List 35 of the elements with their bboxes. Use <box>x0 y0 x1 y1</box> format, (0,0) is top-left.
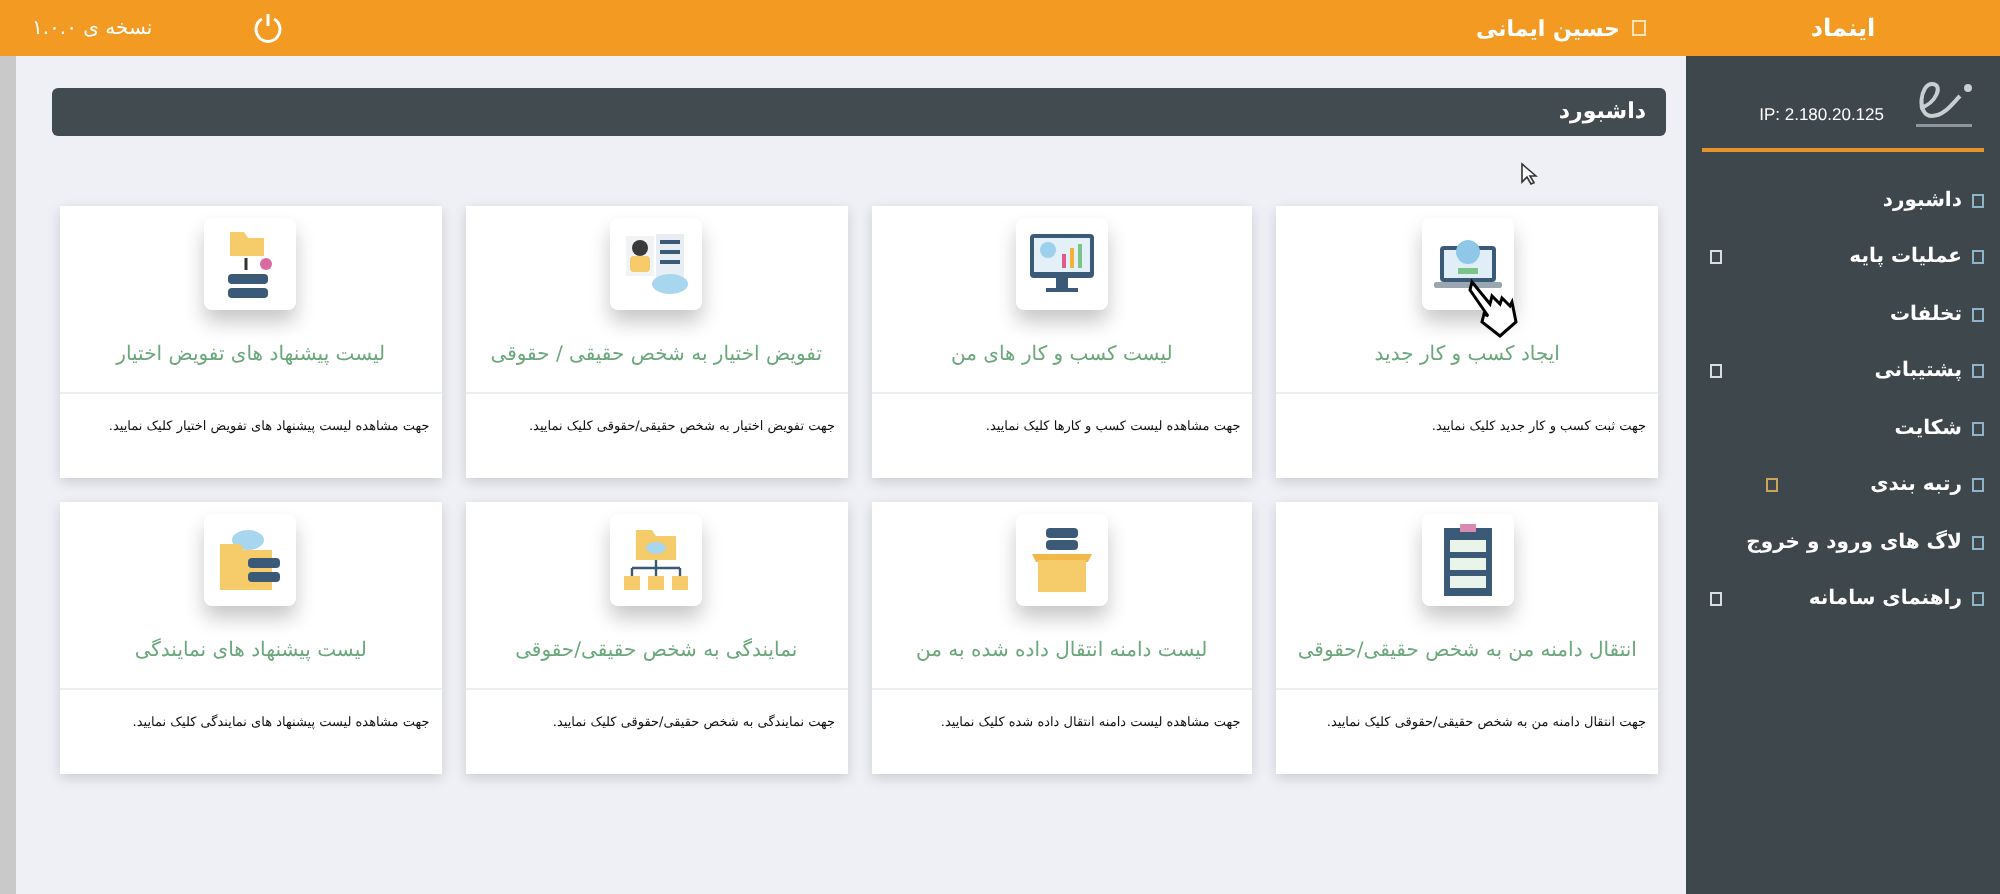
breadcrumb-bar: داشبورد <box>52 88 1666 136</box>
ip-address: IP: 2.180.20.125 <box>1759 104 1884 128</box>
monitor-chart-icon <box>1027 232 1096 296</box>
sidebar-item[interactable]: راهنمای سامانه <box>1686 571 2000 628</box>
card-title: لیست دامنه انتقال داده شده به من <box>914 638 1210 664</box>
expand-icon <box>1710 250 1722 265</box>
brand-title: اینماد <box>1808 14 1878 42</box>
sidebar-item[interactable]: شکایت <box>1686 400 2000 457</box>
card-title: ایجاد کسب و کار جدید <box>1372 342 1562 368</box>
expand-icon <box>1766 478 1778 493</box>
card-title: لیست پیشنهاد های تفویض اختیار <box>113 342 388 368</box>
pointer-icon <box>1520 162 1538 186</box>
card-title: لیست پیشنهاد های نمایندگی <box>132 638 369 664</box>
sidebar-item[interactable]: رتبه بندی <box>1686 457 2000 514</box>
sidebar-item[interactable]: داشبورد <box>1686 172 2000 229</box>
sidebar-item[interactable]: لاگ های ورود و خروج <box>1686 514 2000 571</box>
sidebar-item[interactable]: تخلفات <box>1686 286 2000 343</box>
folder-cloud-icon <box>216 526 285 594</box>
card-title: تفویض اختیار به شخص حقیقی / حقوقی <box>488 342 825 368</box>
version-label: نسخه ی ۱.۰.۰ <box>32 17 153 39</box>
folder-network-icon <box>620 526 693 594</box>
scrollbar[interactable] <box>0 56 16 894</box>
card-title: نمایندگی به شخص حقیقی/حقوقی <box>513 638 800 664</box>
expand-icon <box>1710 592 1722 607</box>
sidebar-item[interactable]: پشتیبانی <box>1686 343 2000 400</box>
clipboard-list-icon <box>1439 522 1496 598</box>
hand-pointer-icon <box>1465 278 1518 338</box>
person-cloud-icon <box>622 230 691 298</box>
sidebar-item[interactable]: عملیات پایه <box>1686 229 2000 286</box>
card-title: انتقال دامنه من به شخص حقیقی/حقوقی <box>1295 638 1639 664</box>
power-icon[interactable] <box>252 12 285 44</box>
expand-icon <box>1710 364 1722 379</box>
card-title: لیست کسب و کار های من <box>948 342 1175 368</box>
laptop-cloud-icon <box>1433 234 1502 294</box>
box-server-icon <box>1027 526 1096 594</box>
